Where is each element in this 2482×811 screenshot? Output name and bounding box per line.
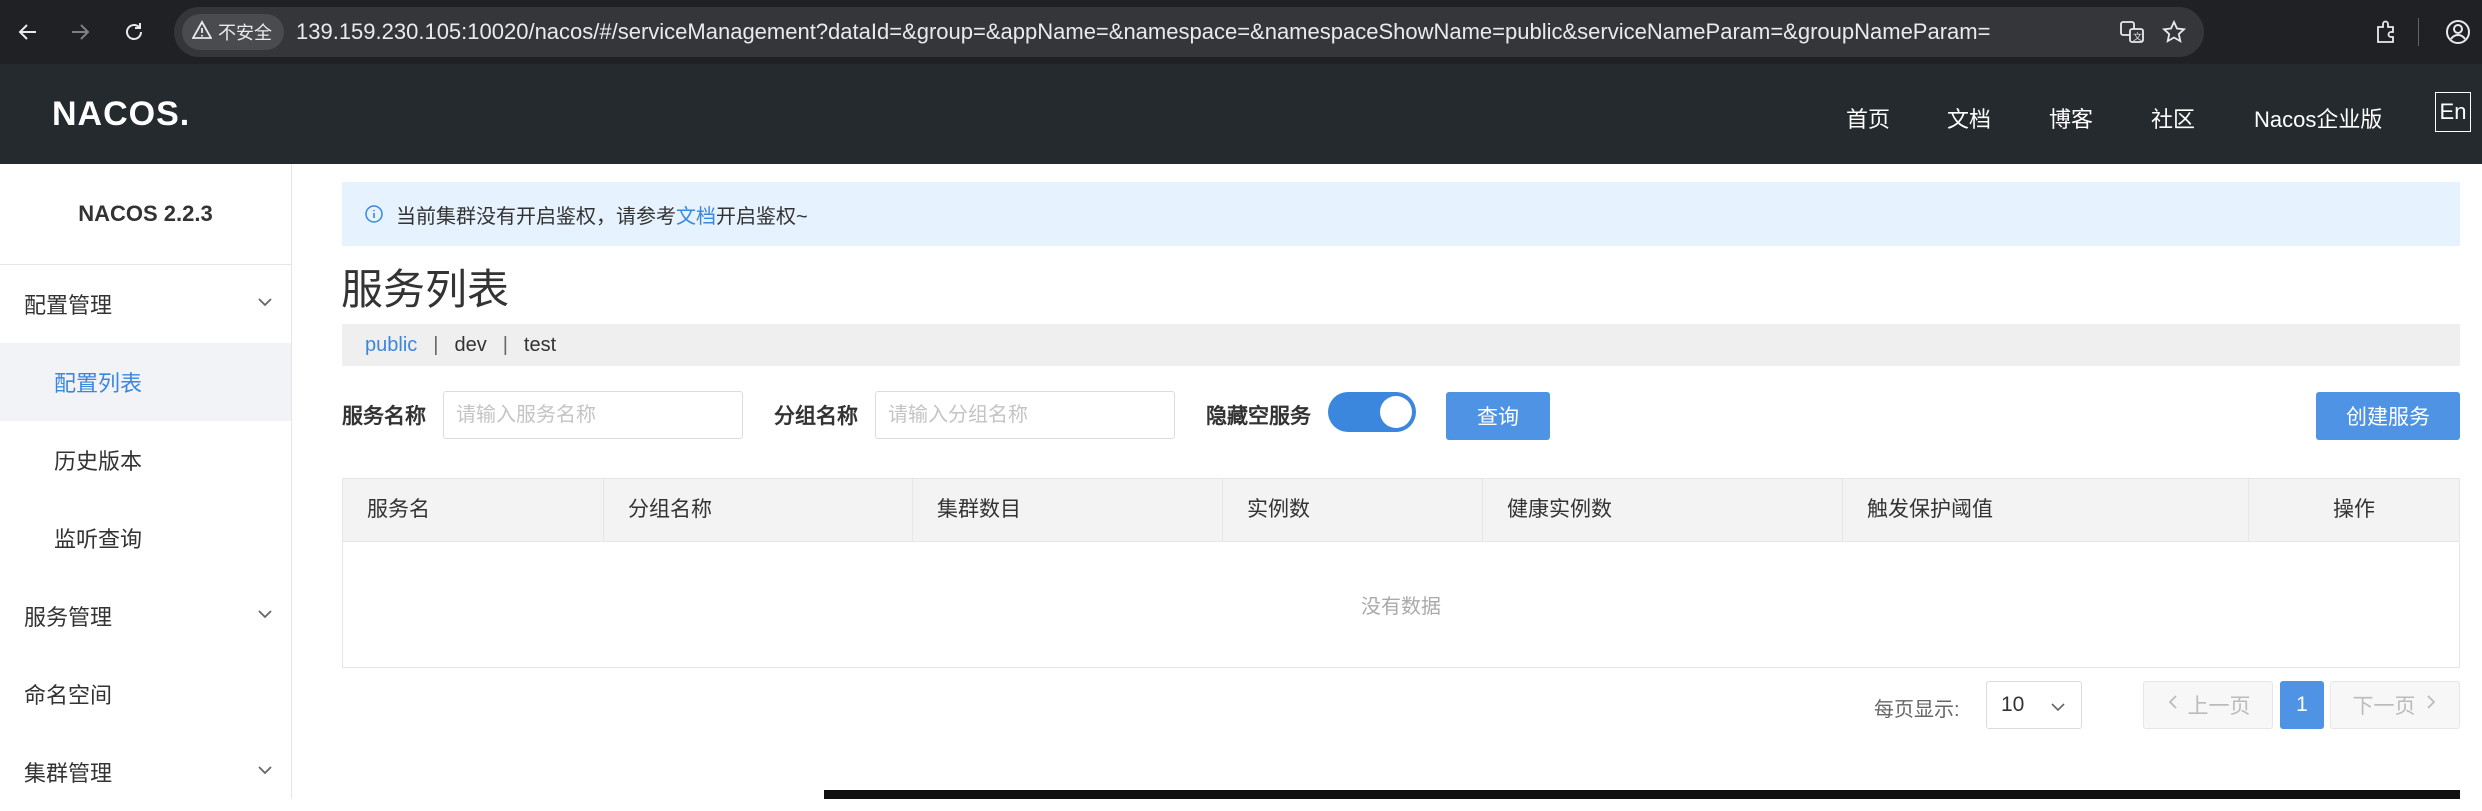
auth-notice: 当前集群没有开启鉴权，请参考 文档 开启鉴权~ (342, 182, 2460, 246)
column-header: 健康实例数 (1483, 479, 1843, 541)
info-icon (364, 204, 384, 224)
bookmark-star-icon[interactable] (2158, 16, 2190, 48)
translate-icon[interactable]: 文 (2116, 16, 2148, 48)
service-table: 服务名 分组名称 集群数目 实例数 健康实例数 触发保护阈值 操作 没有数据 (342, 478, 2460, 668)
address-bar[interactable]: 不安全 139.159.230.105:10020/nacos/#/servic… (174, 7, 2204, 57)
nacos-logo[interactable]: NACOS. (52, 94, 190, 134)
column-header: 服务名 (343, 479, 604, 541)
sidebar-item-config-management[interactable]: 配置管理 (0, 265, 291, 343)
next-page-label: 下一页 (2352, 695, 2416, 718)
namespace-public[interactable]: public (365, 334, 417, 357)
namespace-dev[interactable]: dev (454, 334, 486, 357)
chevron-down-icon (2049, 698, 2067, 722)
namespace-bar: public | dev | test (342, 324, 2460, 366)
nav-docs[interactable]: 文档 (1947, 102, 1991, 134)
hide-empty-label: 隐藏空服务 (1206, 405, 1311, 428)
group-name-input[interactable] (875, 391, 1175, 439)
sidebar-item-label: 集群管理 (24, 761, 113, 786)
sidebar-item-label: 服务管理 (24, 605, 113, 630)
sidebar: NACOS 2.2.3 配置管理 配置列表 历史版本 监听查询 服务管理 命名空… (0, 164, 292, 799)
query-button[interactable]: 查询 (1446, 392, 1550, 440)
top-header: NACOS. 首页 文档 博客 社区 Nacos企业版 En (0, 64, 2482, 164)
notice-text: 当前集群没有开启鉴权，请参考 (396, 205, 676, 228)
nav-community[interactable]: 社区 (2151, 102, 2195, 134)
column-header: 触发保护阈值 (1843, 479, 2249, 541)
chevron-down-icon (255, 292, 275, 318)
sidebar-version: NACOS 2.2.3 (0, 164, 291, 265)
prev-page-label: 上一页 (2187, 695, 2251, 718)
hide-empty-toggle[interactable] (1328, 392, 1416, 432)
security-chip[interactable]: 不安全 (182, 14, 284, 50)
column-header: 分组名称 (604, 479, 913, 541)
url-text[interactable]: 139.159.230.105:10020/nacos/#/serviceMan… (296, 7, 1990, 57)
reload-icon[interactable] (112, 10, 156, 54)
service-name-input[interactable] (443, 391, 743, 439)
sidebar-item-label: 配置管理 (24, 293, 113, 318)
sidebar-item-namespace[interactable]: 命名空间 (0, 655, 291, 733)
svg-text:文: 文 (2133, 31, 2142, 42)
chevron-down-icon (255, 604, 275, 630)
nav-blog[interactable]: 博客 (2049, 102, 2093, 134)
bottom-overlay-bar (824, 790, 2460, 799)
sidebar-item-label: 配置列表 (54, 371, 143, 396)
chevron-right-icon (2424, 693, 2438, 717)
column-header: 实例数 (1223, 479, 1483, 541)
sidebar-item-cluster-management[interactable]: 集群管理 (0, 733, 291, 811)
extensions-icon[interactable] (2364, 10, 2408, 54)
security-label: 不安全 (218, 23, 272, 43)
column-header: 操作 (2333, 498, 2375, 521)
warning-icon (191, 19, 213, 45)
nav-home[interactable]: 首页 (1846, 102, 1890, 134)
prev-page-button[interactable]: 上一页 (2143, 681, 2273, 729)
sidebar-item-label: 命名空间 (24, 683, 113, 708)
namespace-separator: | (502, 333, 508, 356)
page-title: 服务列表 (341, 266, 510, 313)
toolbar-divider (2418, 18, 2419, 46)
namespace-test[interactable]: test (524, 334, 556, 357)
namespace-separator: | (433, 333, 439, 356)
notice-text-suffix: 开启鉴权~ (716, 205, 808, 228)
chevron-down-icon (255, 760, 275, 786)
next-page-button[interactable]: 下一页 (2330, 681, 2460, 729)
create-service-button[interactable]: 创建服务 (2316, 392, 2460, 440)
forward-icon[interactable] (58, 10, 102, 54)
page-size-value: 10 (2001, 693, 2025, 716)
toggle-knob (1380, 396, 1412, 428)
sidebar-item-config-list[interactable]: 配置列表 (0, 343, 291, 421)
sidebar-item-listener-query[interactable]: 监听查询 (0, 499, 291, 577)
sidebar-item-history[interactable]: 历史版本 (0, 421, 291, 499)
back-icon[interactable] (6, 10, 50, 54)
page-size-select[interactable]: 10 (1986, 681, 2082, 729)
page-number-current[interactable]: 1 (2280, 681, 2324, 729)
table-empty-text: 没有数据 (1361, 595, 1441, 618)
nav-enterprise[interactable]: Nacos企业版 (2254, 102, 2382, 134)
service-name-label: 服务名称 (342, 405, 426, 428)
language-switch-button[interactable]: En (2435, 92, 2471, 132)
sidebar-item-label: 历史版本 (54, 449, 143, 474)
sidebar-item-label: 监听查询 (54, 527, 143, 552)
table-header: 服务名 分组名称 集群数目 实例数 健康实例数 触发保护阈值 操作 (343, 479, 2459, 542)
group-name-label: 分组名称 (774, 405, 858, 428)
notice-docs-link[interactable]: 文档 (676, 200, 716, 229)
browser-toolbar: 不安全 139.159.230.105:10020/nacos/#/servic… (0, 0, 2482, 64)
profile-icon[interactable] (2436, 10, 2480, 54)
sidebar-item-service-management[interactable]: 服务管理 (0, 577, 291, 655)
chevron-left-icon (2166, 693, 2180, 717)
page-size-label: 每页显示: (1874, 699, 1960, 721)
column-header: 集群数目 (913, 479, 1223, 541)
